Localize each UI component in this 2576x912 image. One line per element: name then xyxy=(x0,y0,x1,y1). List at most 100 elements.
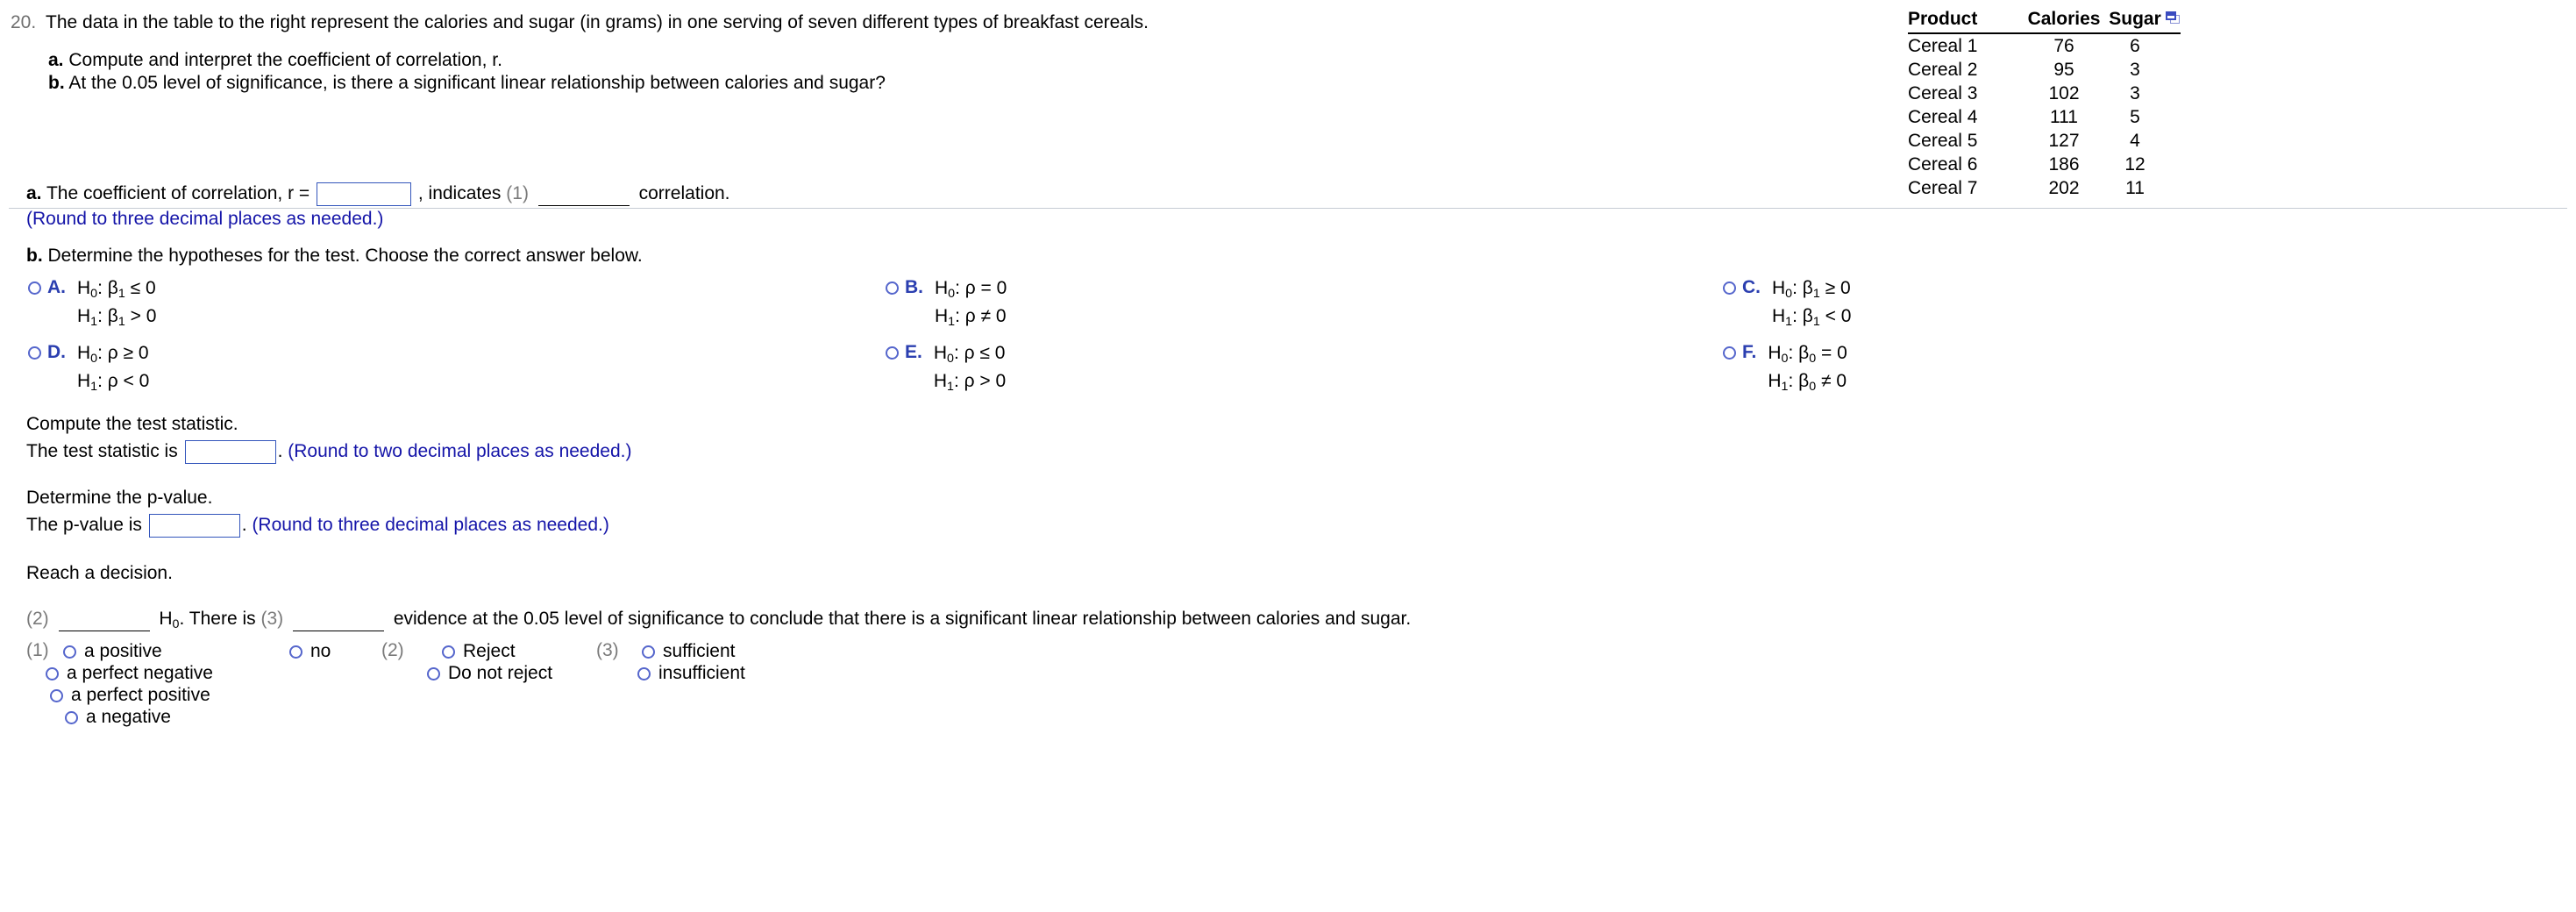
option-do-not-reject[interactable]: Do not reject xyxy=(427,662,552,684)
table-row: Cereal 1 76 6 xyxy=(1908,33,2181,58)
mc-option-b[interactable]: B. H0: ρ = 0 H1: ρ ≠ 0 xyxy=(886,277,1007,333)
answer-row-b: b. Determine the hypotheses for the test… xyxy=(26,246,643,267)
option-insufficient[interactable]: insufficient xyxy=(637,662,745,684)
label-no: no xyxy=(310,641,331,661)
cell-calories: 111 xyxy=(2050,107,2078,127)
table-row: Cereal 6 186 12 xyxy=(1908,153,2181,176)
radio-do-not-reject[interactable] xyxy=(427,666,440,680)
cell-spacer xyxy=(2166,105,2181,129)
cell-spacer xyxy=(2166,33,2181,58)
cell-product: Cereal 2 xyxy=(1908,60,1978,80)
cell-spacer xyxy=(2166,129,2181,153)
radio-a-perfect-positive[interactable] xyxy=(50,688,63,702)
label-a-negative: a negative xyxy=(86,707,171,727)
cell-spacer xyxy=(2166,176,2181,200)
mc-c-h1: H1: β1 < 0 xyxy=(1772,305,1852,329)
conclusion-row: (2) H0. There is (3) evidence at the 0.0… xyxy=(26,609,1411,631)
dropdown-ref-1: (1) xyxy=(506,183,529,204)
mc-option-a[interactable]: A. H0: β1 ≤ 0 H1: β1 > 0 xyxy=(28,277,156,333)
dropdown-ref-2: (2) xyxy=(26,609,49,629)
pv-prefix: The p-value is xyxy=(26,515,142,536)
option-a-perfect-positive[interactable]: a perfect positive xyxy=(46,684,213,706)
cell-calories: 202 xyxy=(2048,178,2080,198)
cell-calories: 127 xyxy=(2048,131,2080,151)
answer-b-label: b. xyxy=(26,246,43,266)
group-2-ref: (2) xyxy=(381,640,404,661)
mc-d-h0: H0: ρ ≥ 0 xyxy=(77,343,149,366)
dropdown-blank-3[interactable] xyxy=(292,619,384,631)
mc-c-h0: H0: β1 ≥ 0 xyxy=(1772,278,1851,301)
dropdown-blank-2[interactable] xyxy=(58,619,150,631)
p-value-input[interactable] xyxy=(148,514,240,538)
ts-prefix: The test statistic is xyxy=(26,441,178,462)
answer-a-mid: , indicates xyxy=(417,183,502,204)
table-row: Cereal 4 111 5 xyxy=(1908,105,2181,129)
cell-calories: 102 xyxy=(2048,83,2080,103)
cell-calories: 186 xyxy=(2048,154,2080,175)
dropdown-ref-3: (3) xyxy=(260,609,284,629)
mc-b-h0: H0: ρ = 0 xyxy=(935,278,1007,301)
radio-insufficient[interactable] xyxy=(637,666,651,680)
conclusion-tail: evidence at the 0.05 level of significan… xyxy=(393,609,1412,629)
test-statistic-input[interactable] xyxy=(184,440,276,464)
copy-to-spreadsheet-icon-cell[interactable] xyxy=(2166,9,2181,34)
radio-sufficient[interactable] xyxy=(642,645,655,659)
cell-calories: 76 xyxy=(2053,36,2074,56)
r-value-input[interactable] xyxy=(317,182,412,206)
option-reject[interactable]: Reject xyxy=(427,640,552,662)
cell-spacer xyxy=(2166,153,2181,176)
radio-a-perfect-negative[interactable] xyxy=(46,666,59,680)
radio-a-negative[interactable] xyxy=(65,710,78,724)
option-sufficient[interactable]: sufficient xyxy=(637,640,745,662)
option-a-negative[interactable]: a negative xyxy=(46,706,213,728)
question-parts: a. Compute and interpret the coefficient… xyxy=(48,49,886,95)
cell-sugar: 3 xyxy=(2130,60,2140,80)
section-divider xyxy=(9,208,2567,209)
answer-b-text: Determine the hypotheses for the test. C… xyxy=(47,246,643,266)
radio-option-c[interactable] xyxy=(1723,281,1736,295)
group-3-ref-label: (3) xyxy=(596,640,619,660)
part-a-label: a. xyxy=(48,50,64,70)
part-b-label: b. xyxy=(48,73,65,93)
cell-product: Cereal 7 xyxy=(1908,178,1978,198)
answer-a-round-note: (Round to three decimal places as needed… xyxy=(26,209,384,229)
radio-option-f[interactable] xyxy=(1723,346,1736,360)
mc-e-h0: H0: ρ ≤ 0 xyxy=(933,343,1006,366)
copy-to-spreadsheet-icon[interactable] xyxy=(2166,11,2181,25)
group-1-column-a: a positive a perfect negative a perfect … xyxy=(46,640,213,728)
mc-option-c[interactable]: C. H0: β1 ≥ 0 H1: β1 < 0 xyxy=(1723,277,1851,333)
p-value-row: The p-value is . (Round to three decimal… xyxy=(26,514,609,538)
table-row: Cereal 2 95 3 xyxy=(1908,58,2181,82)
radio-option-d[interactable] xyxy=(28,346,41,360)
group-3-ref: (3) xyxy=(596,640,619,661)
label-insufficient: insufficient xyxy=(658,663,745,683)
mc-option-d[interactable]: D. H0: ρ ≥ 0 H1: ρ < 0 xyxy=(28,342,149,398)
question-part-a: a. Compute and interpret the coefficient… xyxy=(48,49,886,72)
answer-a-label: a. xyxy=(26,183,42,204)
pv-suffix: . xyxy=(241,515,247,536)
radio-option-b[interactable] xyxy=(886,281,899,295)
dropdown-blank-1[interactable] xyxy=(537,194,630,206)
cell-spacer xyxy=(2166,82,2181,105)
table-row: Cereal 3 102 3 xyxy=(1908,82,2181,105)
mc-option-f[interactable]: F. H0: β0 = 0 H1: β0 ≠ 0 xyxy=(1723,342,1847,398)
radio-reject[interactable] xyxy=(442,645,455,659)
mc-option-e[interactable]: E. H0: ρ ≤ 0 H1: ρ > 0 xyxy=(886,342,1006,398)
label-sufficient: sufficient xyxy=(663,641,736,661)
cell-sugar: 11 xyxy=(2125,178,2145,198)
column-header-product: Product xyxy=(1908,9,2024,34)
copy-icon-front-sheet xyxy=(2166,11,2176,20)
radio-no[interactable] xyxy=(289,645,302,659)
compute-ts-heading: Compute the test statistic. xyxy=(26,414,238,434)
option-a-perfect-negative[interactable]: a perfect negative xyxy=(46,662,213,684)
cell-sugar: 3 xyxy=(2130,83,2140,103)
option-no[interactable]: no xyxy=(289,640,331,662)
option-a-positive[interactable]: a positive xyxy=(46,640,213,662)
determine-pvalue-heading: Determine the p-value. xyxy=(26,488,213,508)
group-3-options: sufficient insufficient xyxy=(637,640,745,684)
radio-option-a[interactable] xyxy=(28,281,41,295)
question-number: 20. xyxy=(11,12,37,32)
cell-product: Cereal 4 xyxy=(1908,107,1978,127)
radio-a-positive[interactable] xyxy=(63,645,76,659)
radio-option-e[interactable] xyxy=(886,346,899,360)
